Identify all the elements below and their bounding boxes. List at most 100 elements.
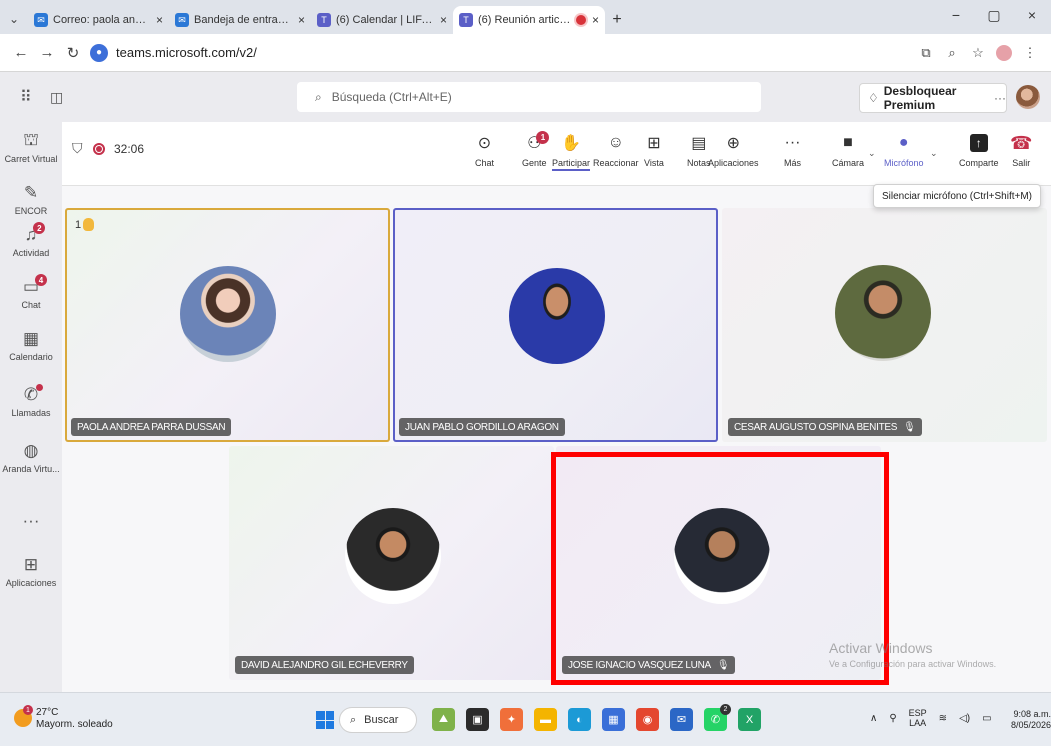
rail-item-aranda[interactable]: ◍ Aranda Virtu... bbox=[0, 440, 62, 474]
copilot-icon[interactable]: ✦ bbox=[500, 708, 523, 731]
rail-item-encor[interactable]: ✎ ENCOR bbox=[0, 182, 62, 216]
site-info-icon[interactable]: ● bbox=[90, 43, 108, 62]
window-controls: − ▢ × bbox=[937, 0, 1051, 30]
browser-tab-active[interactable]: T (6) Reunión articulación eq × bbox=[453, 6, 605, 34]
usb-icon[interactable]: ⚲ bbox=[889, 713, 896, 724]
battery-icon[interactable]: ▭ bbox=[982, 713, 991, 724]
browser-tab-strip: ⌄ ✉ Correo: paola andrea parra dus × ✉ B… bbox=[0, 0, 1051, 34]
rail-item-carret-virtual[interactable]: ⛫ Carret Virtual bbox=[0, 130, 62, 164]
camera-options-chevron-icon[interactable]: ⌄ bbox=[868, 148, 876, 159]
system-tray: ∧ ⚲ ESP LAA ≋ ◁) ▭ bbox=[870, 708, 1004, 728]
view-button[interactable]: ⊞ Vista bbox=[644, 131, 664, 168]
wifi-icon[interactable]: ≋ bbox=[939, 713, 947, 724]
tab-close-icon[interactable]: × bbox=[156, 13, 163, 27]
rail-item-calendario[interactable]: ▦ Calendario bbox=[0, 328, 62, 362]
tab-close-icon[interactable]: × bbox=[592, 13, 599, 27]
rail-item-chat[interactable]: ▭ 4 Chat bbox=[0, 274, 62, 310]
reload-icon[interactable]: ↻ bbox=[60, 40, 86, 66]
user-avatar[interactable] bbox=[1016, 85, 1040, 109]
shield-icon[interactable]: ⛉ bbox=[72, 140, 83, 157]
store-icon[interactable]: ▦ bbox=[602, 708, 625, 731]
rail-item-llamadas[interactable]: ✆ Llamadas bbox=[0, 384, 62, 418]
file-explorer-icon[interactable]: ▬ bbox=[534, 708, 557, 731]
taskbar-search[interactable]: ⌕ Buscar bbox=[339, 707, 417, 733]
recording-icon[interactable] bbox=[93, 143, 105, 155]
minimize-icon[interactable]: − bbox=[937, 0, 975, 30]
rail-item-aplicaciones[interactable]: ⊞ Aplicaciones bbox=[0, 554, 62, 588]
chrome-icon[interactable]: ◉ bbox=[636, 708, 659, 731]
zoom-icon[interactable]: ⌕ bbox=[939, 45, 965, 61]
address-bar: ← → ↻ ● teams.microsoft.com/v2/ ⧉ ⌕ ☆ ⋮ bbox=[0, 34, 1051, 72]
task-view-icon[interactable]: ▣ bbox=[466, 708, 489, 731]
microphone-button[interactable]: ● Micrófono bbox=[884, 131, 924, 168]
back-arrow-icon[interactable]: ← bbox=[8, 40, 34, 66]
chat-button[interactable]: ⊙ Chat bbox=[475, 131, 494, 168]
clock-time: 9:08 a.m. bbox=[1013, 709, 1051, 719]
weather-widget[interactable]: 27°C Mayorm. soleado bbox=[36, 707, 113, 731]
edge-icon[interactable]: ◐ bbox=[568, 708, 591, 731]
browser-menu-icon[interactable]: ⋮ bbox=[1017, 45, 1043, 61]
add-apps-icon: ⊞ bbox=[23, 555, 39, 574]
premium-label: Desbloquear Premium bbox=[883, 84, 957, 112]
tab-search-chevron-icon[interactable]: ⌄ bbox=[0, 4, 28, 34]
sidebar-toggle-icon[interactable]: ◫ bbox=[50, 89, 80, 106]
notes-icon: ▤ bbox=[691, 135, 707, 152]
rail-item-more[interactable]: ··· bbox=[0, 510, 62, 532]
browser-tab[interactable]: T (6) Calendar | LIFARDO JAVITH × bbox=[311, 6, 453, 34]
url-field[interactable]: ● teams.microsoft.com/v2/ bbox=[90, 39, 913, 67]
participant-avatar bbox=[509, 268, 605, 364]
show-hidden-icons-icon[interactable]: ∧ bbox=[870, 713, 877, 724]
bookmark-star-icon[interactable]: ☆ bbox=[965, 45, 991, 61]
more-options-icon[interactable]: ··· bbox=[994, 91, 1006, 105]
participant-tile[interactable]: 1 PAOLA ANDREA PARRA DUSSAN bbox=[65, 208, 390, 442]
language-code: ESP bbox=[908, 708, 927, 718]
install-app-icon[interactable]: ⧉ bbox=[913, 45, 939, 61]
share-icon: ↑ bbox=[969, 134, 988, 152]
forward-arrow-icon[interactable]: → bbox=[34, 40, 60, 66]
tab-close-icon[interactable]: × bbox=[440, 13, 447, 27]
whatsapp-icon[interactable]: ✆ 2 bbox=[704, 704, 731, 731]
control-label: Notas bbox=[687, 158, 711, 168]
extension-icon[interactable] bbox=[991, 44, 1017, 61]
outlook-icon: ✉ bbox=[34, 13, 48, 27]
people-button[interactable]: ⚇ 1 Gente bbox=[522, 131, 550, 168]
language-indicator[interactable]: ESP LAA bbox=[909, 708, 927, 728]
participant-avatar bbox=[345, 508, 441, 604]
notes-button[interactable]: ▤ Notas bbox=[687, 131, 711, 168]
excel-icon[interactable]: X bbox=[738, 708, 761, 731]
taskbar-clock[interactable]: 9:08 a.m. 8/05/2026 bbox=[1011, 709, 1051, 731]
leave-button[interactable]: ☎ Salir bbox=[1010, 131, 1033, 169]
apps-button[interactable]: ⊕ Aplicaciones bbox=[708, 131, 759, 168]
camera-button[interactable]: ■ Cámara bbox=[832, 131, 864, 168]
game-app-icon[interactable]: ⛰ bbox=[432, 708, 455, 731]
control-label: Aplicaciones bbox=[708, 158, 759, 168]
windows-start-icon[interactable] bbox=[316, 711, 334, 729]
hang-up-icon: ☎ bbox=[1010, 132, 1033, 153]
restore-icon[interactable]: ▢ bbox=[975, 0, 1013, 30]
browser-tab[interactable]: ✉ Bandeja de entrada: PAOLA AN × bbox=[169, 6, 311, 34]
participant-tile[interactable]: CESAR AUGUSTO OSPINA BENITES 🎙 bbox=[722, 208, 1047, 442]
new-tab-button[interactable]: + bbox=[605, 6, 629, 34]
search-input[interactable]: ⌕ Búsqueda (Ctrl+Alt+E) bbox=[297, 82, 761, 112]
outlook-icon[interactable]: ✉ bbox=[670, 708, 693, 731]
taskbar-search-label: Buscar bbox=[364, 714, 399, 726]
whatsapp-badge: 2 bbox=[720, 704, 731, 715]
app-launcher-icon[interactable]: ⠿ bbox=[20, 87, 50, 107]
tab-close-icon[interactable]: × bbox=[298, 13, 305, 27]
microphone-options-chevron-icon[interactable]: ⌄ bbox=[930, 148, 938, 159]
raise-hand-button[interactable]: ✋ Participar bbox=[552, 131, 591, 171]
windows-taskbar: 1 27°C Mayorm. soleado ⌕ Buscar ⛰ ▣ ✦ ▬ … bbox=[0, 692, 1051, 746]
control-label: Gente bbox=[522, 158, 547, 168]
participant-tile[interactable]: JUAN PABLO GORDILLO ARAGON bbox=[393, 208, 718, 442]
share-button[interactable]: ↑ Comparte bbox=[959, 131, 999, 168]
browser-tab[interactable]: ✉ Correo: paola andrea parra dus × bbox=[28, 6, 169, 34]
bell-icon: ♫ 2 bbox=[25, 222, 46, 246]
activate-windows-watermark: Activar Windows Ve a Configuración para … bbox=[829, 640, 996, 669]
more-button[interactable]: ··· Más bbox=[784, 131, 801, 168]
react-button[interactable]: ☺ Reaccionar bbox=[593, 131, 639, 168]
participant-tile[interactable]: DAVID ALEJANDRO GIL ECHEVERRY bbox=[229, 446, 554, 680]
rail-item-actividad[interactable]: ♫ 2 Actividad bbox=[0, 222, 62, 258]
close-window-icon[interactable]: × bbox=[1013, 0, 1051, 30]
volume-icon[interactable]: ◁) bbox=[959, 713, 970, 724]
unlock-premium-button[interactable]: ♢ Desbloquear Premium ··· bbox=[859, 83, 1007, 113]
